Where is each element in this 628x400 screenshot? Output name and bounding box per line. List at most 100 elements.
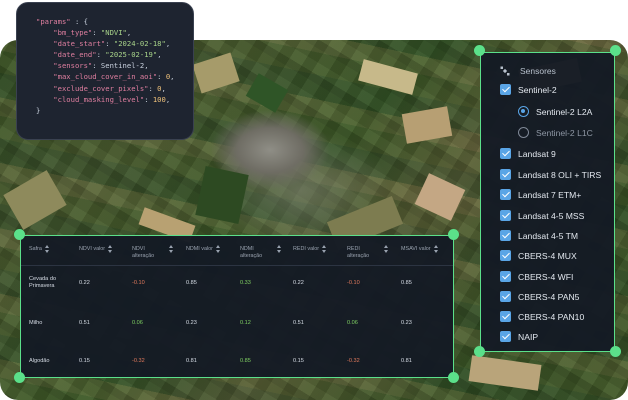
- table-cell: 0.22: [293, 280, 304, 286]
- map-field: [195, 165, 249, 225]
- column-header[interactable]: NDMI valor: [186, 245, 221, 254]
- code-token: : {: [70, 17, 88, 26]
- resize-handle[interactable]: [610, 45, 621, 56]
- column-header[interactable]: REDI alteração: [347, 245, 389, 261]
- sort-icon[interactable]: [108, 245, 113, 253]
- checkbox-checked-icon[interactable]: [500, 271, 511, 282]
- checkbox-checked-icon[interactable]: [500, 291, 511, 302]
- code-token: ,: [165, 94, 171, 104]
- code-token: :: [96, 50, 106, 60]
- params-code-panel: "params" : { "bm_type": "NDVI", "date_st…: [16, 2, 194, 140]
- code-line: "exclude_cover_pixels": 0,: [36, 83, 183, 94]
- code-token: 100: [152, 94, 166, 104]
- checkbox-checked-icon[interactable]: [500, 210, 511, 221]
- resize-handle[interactable]: [448, 229, 459, 240]
- sort-icon[interactable]: [384, 245, 389, 253]
- code-token: "NDVI": [100, 28, 127, 38]
- table-cell: -0.10: [347, 280, 360, 286]
- radio-unselected-icon[interactable]: [518, 127, 529, 138]
- code-token: ,: [126, 28, 132, 38]
- satellite-icon: [500, 66, 510, 76]
- column-header[interactable]: NDVI valor: [79, 245, 113, 254]
- column-header-label: REDI valor: [293, 246, 320, 252]
- checkbox-checked-icon[interactable]: [500, 189, 511, 200]
- column-header[interactable]: NDVI alteração: [132, 245, 174, 261]
- map-field: [3, 170, 67, 230]
- sensor-option[interactable]: NAIP: [500, 331, 538, 342]
- column-header[interactable]: MSAVI valor: [401, 245, 439, 254]
- code-token: :: [144, 94, 153, 104]
- sort-icon[interactable]: [169, 245, 174, 253]
- resize-handle[interactable]: [14, 229, 25, 240]
- checkbox-checked-icon[interactable]: [500, 311, 511, 322]
- code-token: : Sentinel-2,: [92, 61, 149, 71]
- column-header[interactable]: REDI valor: [293, 245, 327, 254]
- resize-handle[interactable]: [14, 372, 25, 383]
- radio-selected-icon[interactable]: [518, 106, 529, 117]
- sensor-option[interactable]: CBERS-4 WFI: [500, 271, 573, 282]
- checkbox-checked-icon[interactable]: [500, 84, 511, 95]
- sensor-option[interactable]: Landsat 4-5 MSS: [500, 210, 584, 221]
- column-header[interactable]: NDMI alteração: [240, 245, 282, 261]
- table-cell: -0.32: [132, 358, 145, 364]
- code-token: :: [157, 72, 166, 82]
- sort-icon[interactable]: [44, 245, 50, 253]
- checkbox-checked-icon[interactable]: [500, 148, 511, 159]
- table-cell: 0.15: [79, 358, 90, 364]
- code-token: "date_start": [36, 39, 106, 49]
- sensor-label: CBERS-4 MUX: [518, 250, 577, 261]
- sensor-option[interactable]: Sentinel-2 L1C: [518, 127, 593, 138]
- table-cell: 0.23: [186, 320, 197, 326]
- table-cell: 0.51: [79, 320, 90, 326]
- code-token: "cloud_masking_level": [36, 94, 145, 104]
- checkbox-checked-icon[interactable]: [500, 169, 511, 180]
- code-line: "params" : {: [36, 16, 183, 27]
- sensor-label: CBERS-4 WFI: [518, 271, 574, 282]
- code-token: ,: [170, 72, 175, 82]
- sensor-option[interactable]: CBERS-4 PAN10: [500, 311, 584, 322]
- sensor-option[interactable]: Sentinel-2: [500, 84, 557, 95]
- code-line: "date_end": "2025-02-19",: [36, 49, 183, 60]
- code-line: "sensors": Sentinel-2,: [36, 60, 183, 71]
- sensor-option[interactable]: CBERS-4 PAN5: [500, 291, 579, 302]
- table-cell: 0.23: [401, 320, 412, 326]
- sensor-option[interactable]: CBERS-4 MUX: [500, 250, 577, 261]
- table-cell: 0.81: [401, 358, 412, 364]
- checkbox-checked-icon[interactable]: [500, 331, 511, 342]
- sort-icon[interactable]: [277, 245, 282, 253]
- sensor-option[interactable]: Sentinel-2 L2A: [518, 106, 592, 117]
- column-header-label: NDMI valor: [186, 246, 213, 252]
- indices-table: Safra NDVI valor NDVI alteração NDMI valor N…: [20, 235, 454, 378]
- sort-icon[interactable]: [322, 245, 327, 253]
- resize-handle[interactable]: [610, 346, 621, 357]
- sensor-option[interactable]: Landsat 4-5 TM: [500, 230, 578, 241]
- column-header[interactable]: Safra: [29, 245, 50, 254]
- column-header-label: NDMI alteração: [240, 246, 263, 260]
- code-token: "params": [36, 17, 71, 26]
- table-cell: 0.85: [186, 280, 197, 286]
- sort-icon[interactable]: [433, 245, 439, 253]
- sensor-option[interactable]: Landsat 7 ETM+: [500, 189, 581, 200]
- sensor-option[interactable]: Landsat 9: [500, 148, 556, 159]
- resize-handle[interactable]: [474, 346, 485, 357]
- table-cell: 0.81: [186, 358, 197, 364]
- checkbox-checked-icon[interactable]: [500, 230, 511, 241]
- sort-icon[interactable]: [215, 245, 221, 253]
- map-field: [245, 73, 289, 113]
- table-cell: 0.22: [79, 280, 90, 286]
- resize-handle[interactable]: [448, 372, 459, 383]
- sensor-option[interactable]: Landsat 8 OLI + TIRS: [500, 169, 601, 180]
- code-token: "bm_type": [36, 28, 93, 38]
- code-line: "bm_type": "NDVI",: [36, 27, 183, 38]
- code-token: "date_end": [36, 50, 97, 60]
- sensor-label: Sentinel-2 L2A: [536, 106, 593, 117]
- resize-handle[interactable]: [474, 45, 485, 56]
- code-token: ,: [165, 39, 171, 49]
- code-token: :: [148, 83, 158, 93]
- table-cell: -0.10: [132, 280, 145, 286]
- sensor-label: NAIP: [518, 331, 539, 342]
- table-cell: 0.85: [401, 280, 412, 286]
- table-cell: -0.32: [347, 358, 360, 364]
- crop-name-cell: Cevada do Primavera: [29, 276, 57, 290]
- checkbox-checked-icon[interactable]: [500, 250, 511, 261]
